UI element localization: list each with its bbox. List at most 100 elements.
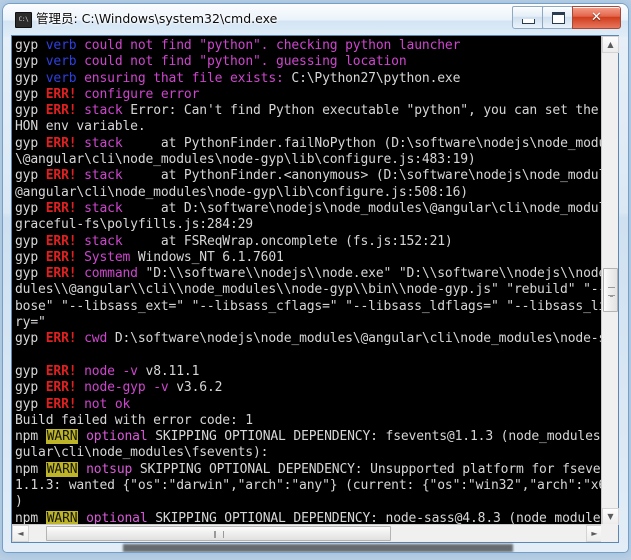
minimize-icon (522, 19, 535, 24)
console-line: bose" "--libsass_ext=" "--libsass_cflags… (15, 299, 603, 315)
console-span: gyp (15, 168, 46, 184)
scroll-down-arrow[interactable]: ▼ (602, 508, 619, 525)
console-span: gyp (15, 266, 46, 282)
titlebar[interactable]: C:\ 管理员: C:\Windows\system32\cmd.exe ✕ (3, 4, 628, 34)
console-span: at PythonFinder.<anonymous> (D:\software… (130, 168, 603, 184)
console-span: ERR! (45, 233, 77, 249)
scroll-up-arrow[interactable]: ▲ (602, 36, 619, 53)
console-span: gular\cli\node_modules\fsevents): (15, 445, 269, 461)
close-icon: ✕ (591, 10, 602, 25)
console-span: could not find "python". checking python… (76, 38, 461, 53)
console-span: ERR! (45, 103, 77, 119)
console-span: gyp (15, 331, 46, 347)
console-span: Error: Can't find Python executable "pyt… (130, 103, 603, 119)
close-button[interactable]: ✕ (572, 6, 621, 29)
console-span: configure error (76, 86, 200, 102)
console-span: cwd (76, 331, 115, 347)
console-span: stack (76, 200, 131, 216)
console-span: gyp (15, 233, 46, 249)
console-line: gyp ERR! stack at PythonFinder.failNoPyt… (15, 136, 603, 152)
console-span: node-gyp -v (76, 380, 177, 396)
console-line: ry=" (15, 315, 603, 331)
console-span: stack (76, 233, 131, 249)
scrollbar-corner (601, 524, 618, 542)
console-span: WARN (45, 510, 79, 525)
console-span: ERR! (45, 266, 77, 282)
cmd-window: C:\ 管理员: C:\Windows\system32\cmd.exe ✕ g… (3, 4, 628, 552)
console-span: System (76, 249, 138, 265)
horizontal-scrollbar[interactable]: ◄ ► (12, 524, 603, 542)
console-line: 1.1.3: wanted {"os":"darwin","arch":"any… (15, 478, 603, 494)
console-span: could not find "python". guessing locati… (76, 54, 407, 70)
cmd-icon: C:\ (15, 12, 32, 28)
console-span: gyp (15, 363, 46, 379)
console-span: verb (45, 54, 77, 70)
console-line: gyp ERR! stack at D:\software\nodejs\nod… (15, 201, 603, 217)
console-span: ERR! (45, 86, 77, 102)
vertical-scrollbar[interactable]: ▲ ▼ (601, 36, 619, 525)
minimize-button[interactable] (512, 6, 543, 29)
console-span: dules\\@angular\\cli\\node_modules\\node… (15, 282, 603, 298)
console-line: npm WARN notsup SKIPPING OPTIONAL DEPEND… (15, 461, 603, 478)
console-span: SKIPPING OPTIONAL DEPENDENCY: Unsupporte… (139, 461, 603, 477)
console-span: Build failed with error code: 1 (15, 412, 253, 428)
console-span: HON env variable. (15, 119, 146, 135)
console-span: command (76, 266, 146, 282)
scroll-left-arrow[interactable]: ◄ (12, 525, 29, 542)
console-span: not ok (76, 396, 131, 412)
console-span: WARN (45, 429, 79, 445)
console-span: ) (15, 494, 23, 510)
console-line: npm WARN optional SKIPPING OPTIONAL DEPE… (15, 429, 603, 445)
console-span: verb (45, 70, 77, 86)
console-span: gyp (15, 70, 46, 86)
console-span: ERR! (45, 249, 77, 265)
console-span: gyp (15, 380, 46, 396)
console-span: ERR! (45, 331, 77, 347)
console-span: WARN (45, 461, 79, 477)
console-span: Windows_NT 6.1.7601 (137, 249, 284, 265)
console-span: v3.6.2 (176, 380, 223, 396)
console-span: optional (78, 429, 156, 445)
console-line: gyp ERR! stack Error: Can't find Python … (15, 103, 603, 119)
console-line: npm WARN optional SKIPPING OPTIONAL DEPE… (15, 510, 603, 525)
console-span: npm (15, 510, 46, 525)
console-span: gyp (15, 249, 46, 265)
console-span: optional (78, 510, 156, 525)
console-span: gyp (15, 396, 46, 412)
console-client-area: gyp verb could not find "python". checki… (11, 35, 619, 543)
console-line: gyp ERR! node-gyp -v v3.6.2 (15, 380, 603, 396)
console-span: ry=" (15, 315, 46, 331)
window-shadow (123, 544, 513, 552)
console-span: at D:\software\nodejs\node_modules\@angu… (130, 200, 603, 216)
console-span: SKIPPING OPTIONAL DEPENDENCY: fsevents@1… (155, 429, 603, 445)
console-span: stack (76, 168, 131, 184)
console-output[interactable]: gyp verb could not find "python". checki… (12, 36, 603, 525)
console-span: ERR! (45, 380, 77, 396)
console-span: verb (45, 38, 77, 53)
console-span: node -v (76, 363, 146, 379)
console-text: gyp verb could not find "python". checki… (15, 38, 603, 525)
console-line: gyp ERR! System Windows_NT 6.1.7601 (15, 250, 603, 266)
console-span: at PythonFinder.failNoPython (D:\softwar… (130, 135, 603, 151)
console-span: ERR! (45, 135, 77, 151)
console-line: gyp ERR! node -v v8.11.1 (15, 364, 603, 380)
console-line: gyp verb could not find "python". guessi… (15, 54, 603, 70)
console-span: @angular\cli\node_modules\node-gyp\lib\c… (15, 184, 468, 200)
console-span: SKIPPING OPTIONAL DEPENDENCY: node-sass@… (155, 510, 603, 525)
maximize-icon (552, 12, 565, 24)
console-line: gyp ERR! command "D:\\software\\nodejs\\… (15, 266, 603, 282)
console-span: stack (76, 103, 131, 119)
console-span: gyp (15, 38, 46, 53)
vertical-scrollbar-thumb[interactable] (603, 267, 618, 312)
horizontal-scrollbar-thumb[interactable] (45, 526, 392, 541)
console-span: notsup (78, 461, 140, 477)
console-span: npm (15, 461, 46, 477)
console-line: gyp ERR! configure error (15, 87, 603, 103)
maximize-button[interactable] (542, 6, 573, 29)
console-line: HON env variable. (15, 119, 603, 135)
console-line: ) (15, 494, 603, 510)
console-span: \@angular\cli\node_modules\node-gyp\lib\… (15, 152, 476, 168)
console-line: gular\cli\node_modules\fsevents): (15, 445, 603, 461)
console-span: at FSReqWrap.oncomplete (fs.js:152:21) (130, 233, 453, 249)
